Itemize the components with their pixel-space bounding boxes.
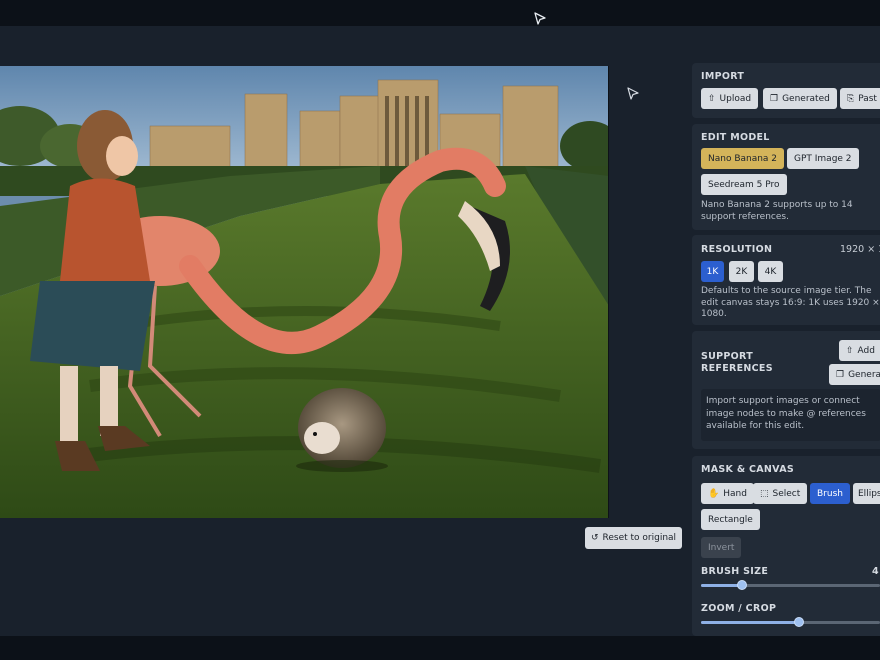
ellipse-tool-button[interactable]: Ellips: [853, 483, 880, 504]
resolution-option-label: 1K: [706, 266, 719, 277]
pointer-cursor-icon: [534, 12, 546, 25]
model-nano-banana-2-button[interactable]: Nano Banana 2: [701, 148, 785, 169]
reset-to-original-button[interactable]: ↺ Reset to original: [585, 527, 682, 549]
resolution-value: 1920 × 1: [840, 244, 880, 255]
model-gpt-image-2-button[interactable]: GPT Image 2: [787, 148, 859, 169]
gallery-icon: ❐: [770, 93, 779, 104]
model-seedream-5-pro-button[interactable]: Seedream 5 Pro: [701, 174, 787, 195]
pointer-cursor-icon: [627, 87, 639, 100]
support-references-title-1: SUPPORT: [701, 351, 754, 362]
tool-label: Select: [772, 488, 801, 499]
edit-canvas-image[interactable]: [0, 66, 609, 518]
model-option-label: GPT Image 2: [794, 153, 852, 164]
upload-icon: ⇧: [708, 93, 716, 104]
select-icon: ⬚: [760, 488, 769, 499]
model-option-label: Nano Banana 2: [708, 153, 778, 164]
paste-button[interactable]: ⎘ Past: [840, 88, 880, 109]
mask-canvas-title: MASK & CANVAS: [701, 464, 794, 475]
edit-model-description: Nano Banana 2 supports up to 14 support …: [701, 200, 853, 222]
edit-model-title: EDIT MODEL: [701, 132, 770, 143]
resolution-2k-button[interactable]: 2K: [729, 261, 754, 282]
tool-label: Brush: [817, 488, 843, 499]
add-label: Add: [857, 345, 875, 356]
top-bar: [0, 0, 880, 26]
clipboard-icon: ⎘: [847, 93, 855, 104]
tool-label: Rectangle: [708, 514, 753, 525]
resolution-description: Defaults to the source image tier. The e…: [701, 286, 880, 319]
brush-size-slider-fill: [701, 584, 743, 587]
support-references-title-2: REFERENCES: [701, 363, 773, 374]
brush-size-value: 4: [872, 566, 879, 577]
upload-label: Upload: [719, 93, 752, 104]
invert-label: Invert: [708, 542, 735, 553]
reset-label: Reset to original: [602, 533, 677, 543]
zoom-crop-title: ZOOM / CROP: [701, 603, 777, 614]
support-references-info: Import support images or connect image n…: [701, 389, 880, 441]
hand-tool-button[interactable]: ✋ Hand: [701, 483, 754, 504]
select-tool-button[interactable]: ⬚ Select: [753, 483, 808, 504]
tool-label: Ellips: [858, 488, 880, 499]
add-reference-button[interactable]: ⇧ Add: [839, 340, 880, 361]
zoom-crop-slider-fill: [701, 621, 800, 624]
generate-label: Genera: [848, 369, 880, 380]
model-option-label: Seedream 5 Pro: [708, 179, 780, 190]
resolution-title: RESOLUTION: [701, 244, 773, 255]
paste-label: Past: [858, 93, 877, 104]
resolution-option-label: 2K: [735, 266, 748, 277]
resolution-4k-button[interactable]: 4K: [758, 261, 783, 282]
gallery-icon: ❐: [836, 369, 845, 380]
generated-button[interactable]: ❐ Generated: [763, 88, 837, 109]
brush-size-title: BRUSH SIZE: [701, 566, 769, 577]
generate-reference-button[interactable]: ❐ Genera: [829, 364, 880, 385]
brush-tool-button[interactable]: Brush: [810, 483, 850, 504]
tool-label: Hand: [723, 488, 747, 499]
invert-button[interactable]: Invert: [701, 537, 742, 558]
resolution-option-label: 4K: [764, 266, 777, 277]
upload-icon: ⇧: [846, 345, 854, 356]
undo-icon: ↺: [590, 533, 599, 543]
bottom-bar: [0, 636, 880, 660]
hand-icon: ✋: [708, 488, 720, 499]
generated-label: Generated: [782, 93, 830, 104]
resolution-1k-button[interactable]: 1K: [701, 261, 724, 282]
upload-button[interactable]: ⇧ Upload: [701, 88, 759, 109]
import-title: IMPORT: [701, 71, 745, 82]
rectangle-tool-button[interactable]: Rectangle: [701, 509, 760, 530]
